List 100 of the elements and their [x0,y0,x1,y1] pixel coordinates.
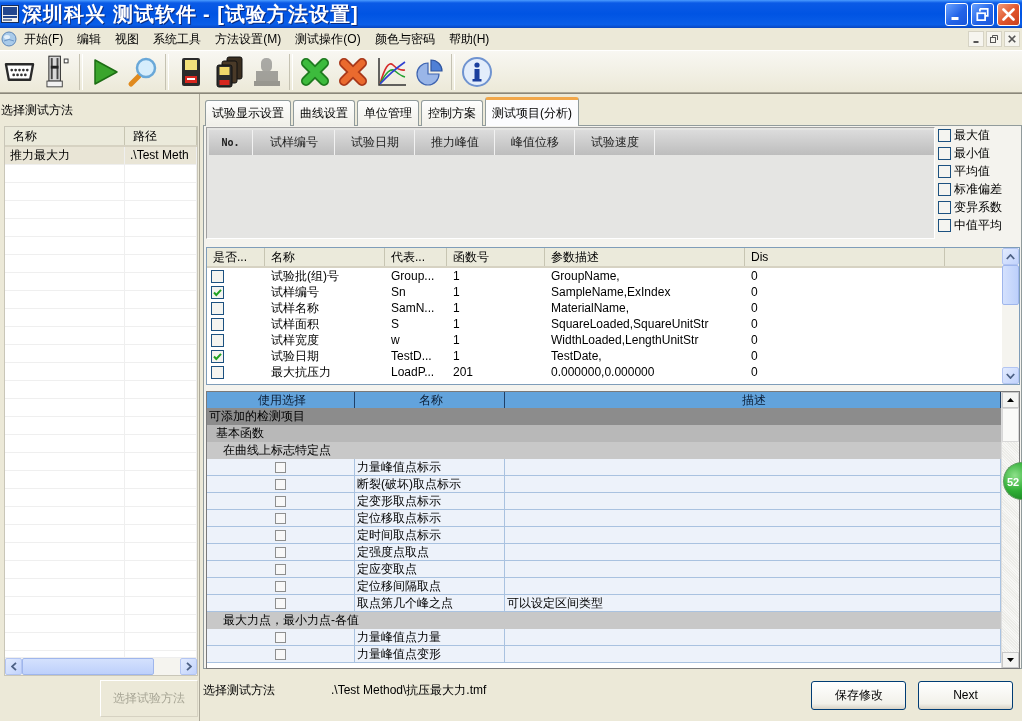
checkbox[interactable] [275,478,286,490]
group-header[interactable]: 可添加的检测项目 [207,408,1001,425]
menu-item[interactable]: 视图 [108,28,147,50]
checkbox[interactable] [211,269,224,283]
checkbox[interactable] [211,349,224,363]
scroll-up-button[interactable] [1002,392,1019,408]
checkbox[interactable] [275,546,286,558]
menu-item[interactable]: 测试操作(O) [288,28,368,50]
up-arrow-icon [1007,398,1014,402]
tab[interactable]: 控制方案 [421,100,483,126]
menu-item[interactable]: 系统工具 [146,28,209,50]
close-button[interactable] [1004,31,1020,47]
checkbox-label: 中值平均 [954,216,1002,234]
checkbox[interactable] [275,631,286,643]
table-cell: 定位移间隔取点 [355,578,505,594]
table-row[interactable]: 定时间取点标示 [207,527,1001,544]
table-row[interactable]: 取点第几个峰之点 可以设定区间类型 [207,595,1001,612]
list-row[interactable]: 推力最大力 .\Test Meth [5,147,197,165]
table-cell-text: WidthLoaded,LengthUnitStr [550,332,700,348]
menu-item[interactable]: 颜色与密码 [367,28,442,50]
menu-item[interactable]: 编辑 [70,28,109,50]
table-row[interactable]: 力量峰值点标示 [207,459,1001,476]
table-cell-text: 201 [452,364,475,380]
table-row[interactable]: 断裂(破坏)取点标示 [207,476,1001,493]
table-cell-text: SampleName,ExIndex [550,284,672,300]
serial-port-icon [3,61,35,82]
menu-item[interactable]: 开始(F) [17,28,71,50]
scroll-left-button[interactable] [5,658,22,675]
column-header[interactable]: 代表... [385,248,447,266]
checkbox[interactable] [275,580,286,592]
table-row[interactable]: 定强度点取点 [207,544,1001,561]
vertical-scrollbar[interactable] [1001,392,1019,668]
save-button[interactable]: 保存修改 [811,680,906,710]
table-row[interactable]: 力量峰值点变形 [207,646,1001,663]
table-cell-text: 0 [750,332,759,348]
scroll-right-button[interactable] [180,658,197,675]
checkbox[interactable] [938,218,951,232]
column-header[interactable]: 参数描述 [545,248,745,266]
horizontal-scrollbar[interactable] [5,657,197,675]
menu-item[interactable]: 帮助(H) [441,28,497,50]
table-cell-text: 1 [452,284,461,300]
column-header[interactable]: 函数号 [447,248,545,266]
checkbox[interactable] [211,317,224,331]
checkbox[interactable] [275,495,286,507]
table-cell: 定变形取点标示 [355,493,505,509]
line-chart-icon [375,55,407,88]
tab[interactable]: 试验显示设置 [205,100,291,126]
table-cell-text: 试样宽度 [270,332,320,348]
checkbox[interactable] [938,164,951,178]
minimize-button[interactable] [968,31,984,47]
checkbox[interactable] [275,512,286,524]
column-header[interactable]: 名称 [5,127,125,145]
checkbox[interactable] [211,333,224,347]
column-header[interactable]: 名称 [265,248,385,266]
table-cell-text: 1 [452,332,461,348]
scrollbar-thumb[interactable] [1002,265,1019,305]
tab[interactable]: 测试项目(分析) [485,97,579,126]
info-icon [461,55,493,88]
column-header[interactable]: 是否... [207,248,265,266]
table-row[interactable]: 力量峰值点力量 [207,629,1001,646]
scroll-down-button[interactable] [1002,652,1019,668]
column-header[interactable]: Dis [745,248,945,266]
table-row[interactable]: 定变形取点标示 [207,493,1001,510]
checkbox[interactable] [938,128,951,142]
checkbox[interactable] [275,597,286,609]
checkbox[interactable] [275,529,286,541]
checkbox[interactable] [938,182,951,196]
checkbox[interactable] [938,146,951,160]
vertical-scrollbar[interactable] [1002,248,1019,384]
checkbox[interactable] [275,461,286,473]
status-label: 选择测试方法 [203,681,276,699]
list-cell: .\Test Meth [125,147,197,164]
restore-button[interactable] [986,31,1002,47]
column-header[interactable]: 路径 [125,127,197,145]
table-row[interactable]: 定位移间隔取点 [207,578,1001,595]
tab[interactable]: 单位管理 [357,100,419,126]
checkbox[interactable] [211,365,224,379]
checkbox[interactable] [938,200,951,214]
group-header[interactable]: 在曲线上标志特定点 [207,442,1001,459]
tab[interactable]: 曲线设置 [293,100,355,126]
scrollbar-thumb[interactable] [1002,408,1019,442]
restore-icon [990,35,998,43]
next-button[interactable]: Next [918,680,1013,710]
checkbox[interactable] [275,563,286,575]
scrollbar-thumb[interactable] [22,658,154,675]
menu-item[interactable]: 方法设置(M) [208,28,289,50]
table-cell-text: 1 [452,268,461,284]
group-header[interactable]: 基本函数 [207,425,1001,442]
group-header[interactable]: 最大力点，最小力点-各值 [207,612,1001,629]
table-cell-text: 0 [750,316,759,332]
checkbox[interactable] [211,285,224,299]
table-cell-text: TestD... [390,348,433,364]
table-row[interactable]: 定应变取点 [207,561,1001,578]
list-cell: 推力最大力 [5,147,125,164]
checkbox[interactable] [275,648,286,660]
table-cell-text: 0 [750,268,759,284]
table-cell: 断裂(破坏)取点标示 [355,476,505,492]
checkbox[interactable] [211,301,224,315]
close-icon [1002,7,1015,21]
table-row[interactable]: 定位移取点标示 [207,510,1001,527]
